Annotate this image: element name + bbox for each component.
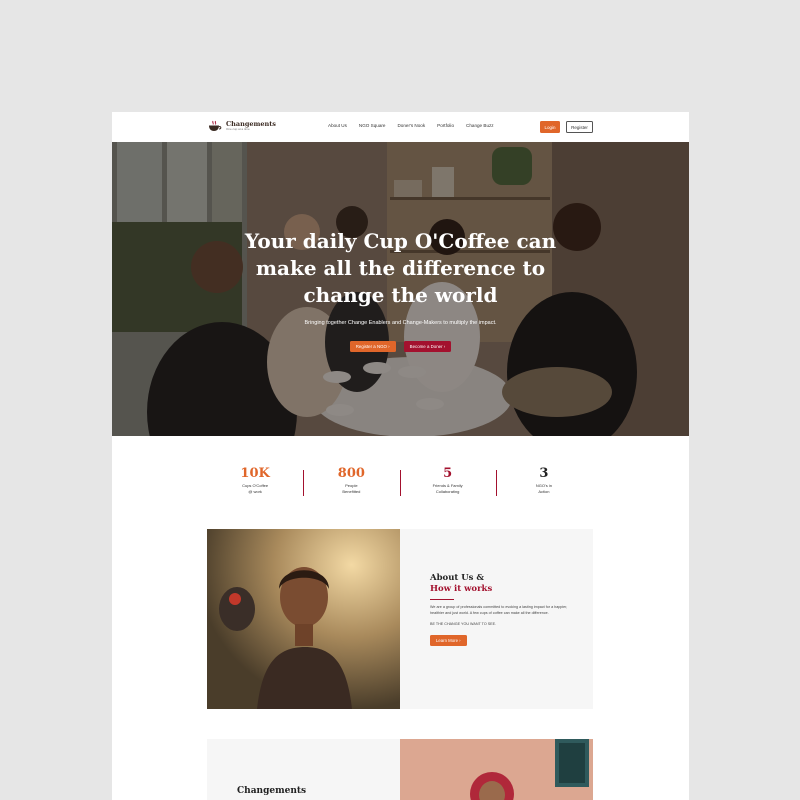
about-section: About Us & How it works We are a group o… xyxy=(207,529,593,709)
heading-divider xyxy=(430,599,454,600)
hero-title: Your daily Cup O'Coffee can make all the… xyxy=(112,228,689,309)
about-content: About Us & How it works We are a group o… xyxy=(430,573,570,647)
about-tagline: BE THE CHANGE YOU WANT TO SEE. xyxy=(430,622,497,627)
site-logo[interactable]: Changements One cup at a time xyxy=(207,120,276,132)
hero-subtitle: Bringing together Change Enablers and Ch… xyxy=(304,320,497,326)
stat-label: People Benefitted xyxy=(342,483,361,494)
login-button[interactable]: Login xyxy=(540,121,560,133)
landing-page: Changements One cup at a time About Us N… xyxy=(112,112,689,800)
stat-friends: 5 Friends & Family Collaborating xyxy=(399,466,496,500)
coffee-cup-icon xyxy=(207,120,223,132)
about-photo xyxy=(207,529,400,709)
hero-title-line: change the world xyxy=(303,283,498,307)
stat-value: 800 xyxy=(337,466,365,481)
about-paragraph: We are a group of professionals committe… xyxy=(430,605,568,615)
hero-section: Your daily Cup O'Coffee can make all the… xyxy=(112,142,689,436)
about-subheading: How it works xyxy=(430,584,493,594)
about-heading: About Us & xyxy=(430,573,485,583)
site-header: Changements One cup at a time About Us N… xyxy=(112,112,689,142)
main-nav: About Us NGO Square Doner's Nook Portfol… xyxy=(328,123,494,128)
stat-value: 10K xyxy=(240,466,270,481)
stat-value: 5 xyxy=(443,466,453,481)
nav-doners-nook[interactable]: Doner's Nook xyxy=(397,123,425,128)
nav-about-us[interactable]: About Us xyxy=(328,123,347,128)
hero-title-line: Your daily Cup O'Coffee can xyxy=(244,229,557,253)
nav-change-buzz[interactable]: Change Buzz xyxy=(466,123,494,128)
register-button[interactable]: Register xyxy=(566,121,593,133)
stat-ngos: 3 NGO's in Action xyxy=(495,466,592,500)
stat-people: 800 People Benefitted xyxy=(303,466,399,500)
nav-ngo-square[interactable]: NGO Square xyxy=(359,123,386,128)
changements-photo xyxy=(400,739,593,800)
learn-more-button[interactable]: Learn More › xyxy=(430,635,467,647)
become-doner-button[interactable]: Become a Doner › xyxy=(403,341,452,352)
stat-label: Cups O'Coffee @ work xyxy=(242,483,269,494)
hero-title-line: make all the difference to xyxy=(255,256,546,280)
stat-value: 3 xyxy=(539,466,549,481)
nav-portfolio[interactable]: Portfolio xyxy=(437,123,454,128)
hero-buttons: Register a NGO › Become a Doner › xyxy=(112,341,689,352)
stats-bar: 10K Cups O'Coffee @ work 800 People Bene… xyxy=(207,466,592,500)
changements-title: Changements xyxy=(237,786,307,796)
stat-label: NGO's in Action xyxy=(535,483,552,494)
logo-tagline: One cup at a time xyxy=(226,127,250,132)
stat-label: Friends & Family Collaborating xyxy=(432,483,463,494)
changements-section: Changements xyxy=(207,739,593,800)
stat-cups: 10K Cups O'Coffee @ work xyxy=(207,466,303,500)
register-ngo-button[interactable]: Register a NGO › xyxy=(349,341,396,352)
